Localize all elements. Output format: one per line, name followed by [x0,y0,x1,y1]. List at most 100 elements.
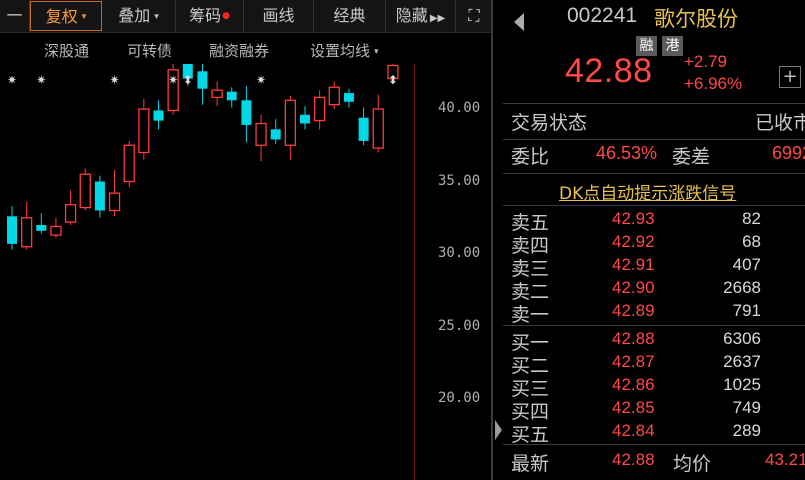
chevron-down-icon: ▾ [81,12,87,22]
buy-level-volume: 1025 [723,375,761,394]
overlay-label: 叠加 [118,6,151,25]
sell-level-volume: 82 [742,209,761,228]
draw-line-button[interactable]: 画线 [244,0,314,32]
candle-body [343,93,354,102]
chips-button[interactable]: 筹码● [176,0,244,32]
candle [94,175,105,218]
panel-divider[interactable] [491,0,493,480]
candle [167,64,179,115]
candle-body [255,122,267,146]
candle-body [226,91,237,101]
fullscreen-icon: ⛶ [468,6,480,25]
chart-toolbar: 一 复权 ▾ 叠加 ▾ 筹码● 画线 经典 隐藏 ▶▶ ⛶ [0,0,492,33]
chevron-down-icon: ▾ [154,11,159,22]
collapse-button[interactable]: 一 [0,0,30,32]
candle [138,98,150,160]
candle [211,81,223,107]
stock-name[interactable]: 歌尔股份 [654,3,738,33]
candle-body [313,96,326,122]
candle-body [20,217,33,248]
stock-code: 002241 [567,4,638,27]
candle [300,106,310,130]
buy-level-volume: 6306 [723,329,761,348]
northbound-link[interactable]: 深股通 [44,40,89,61]
collapse-panel-icon[interactable] [493,416,503,444]
candle-body [241,100,252,125]
candle-body [211,89,223,99]
sell-level-price: 42.92 [612,232,655,251]
signal-marker-icon: ⬍ [183,73,193,87]
restore-rights-button[interactable]: 复权 ▾ [30,1,102,31]
y-tick-label: 35.00 [438,172,481,189]
candle [241,85,252,143]
latest-price-label: 最新 [511,453,550,475]
average-price-value: 43.21 [765,450,805,469]
sell-level-price: 42.93 [612,209,655,228]
candle [79,168,91,211]
candle [313,90,326,130]
candle [7,206,17,250]
candle [50,217,62,239]
separator [503,139,805,140]
sell-level-price: 42.91 [612,255,655,274]
plus-icon: + [782,66,798,87]
trade-status-label: 交易状态 [511,112,588,134]
orderbook-separator [503,325,805,326]
add-watchlist-button[interactable]: + [779,66,801,88]
buy-level-volume: 289 [732,421,761,440]
candle [255,114,267,162]
y-tick-label: 30.00 [438,245,481,261]
buy-level-price: 42.85 [612,398,655,417]
double-arrow-icon: ▶▶ [429,13,446,24]
price-change: +2.79 [684,52,728,71]
candle-body [138,108,150,154]
buy-level-label: 买五 [511,424,550,446]
latest-price-value: 42.88 [612,450,655,469]
candle-body [153,110,164,121]
signal-marker-icon: ✷ [110,73,120,87]
hide-button[interactable]: 隐藏 ▶▶ [386,0,456,32]
candle-body [79,173,91,209]
last-price: 42.88 [565,52,653,90]
candle-body [50,225,62,236]
commission-ratio-value: 46.53% [596,143,658,163]
candle [108,169,121,217]
candle [372,94,384,153]
signal-marker-icon: ✷ [7,73,17,87]
candlestick-chart[interactable]: ✷✷✷✷⬍✷⬍44.20 [0,64,414,480]
dk-signal-link[interactable]: DK点自动提示涨跌信号 [559,179,736,204]
y-tick-label: 20.00 [438,390,481,406]
candle [270,119,281,144]
buy-level-price: 42.84 [612,421,655,440]
candle-body [372,108,384,149]
y-tick-label: 40.00 [438,100,481,116]
signal-marker-icon: ✷ [36,73,46,87]
ma-settings-button[interactable]: 设置均线 ▾ [310,40,379,61]
margin-trading-link[interactable]: 融资融券 [209,40,269,61]
candle-body [36,225,47,231]
back-arrow-icon[interactable] [512,12,526,32]
chips-label: 筹码 [189,6,222,25]
candle-body [64,204,77,223]
collapse-label: 一 [6,6,23,25]
separator [503,205,805,206]
candle-body [123,144,135,183]
buy-level-volume: 2637 [723,352,761,371]
classic-label: 经典 [333,6,366,25]
classic-button[interactable]: 经典 [314,0,386,32]
separator [503,173,805,174]
candle-body [270,129,281,140]
commission-diff-value: 6992 [772,143,805,163]
candle [226,87,237,108]
separator [503,444,805,445]
convertible-bond-link[interactable]: 可转债 [127,40,172,61]
candle [123,140,135,188]
fullscreen-button[interactable]: ⛶ [456,0,492,32]
commission-diff-label: 委差 [672,146,711,168]
sell-level-label: 卖一 [511,304,550,326]
overlay-button[interactable]: 叠加 ▾ [102,0,176,32]
buy-level-price: 42.86 [612,375,655,394]
candle-body [197,71,208,89]
candle [358,107,369,146]
trade-status-value: 已收市 [755,112,805,134]
